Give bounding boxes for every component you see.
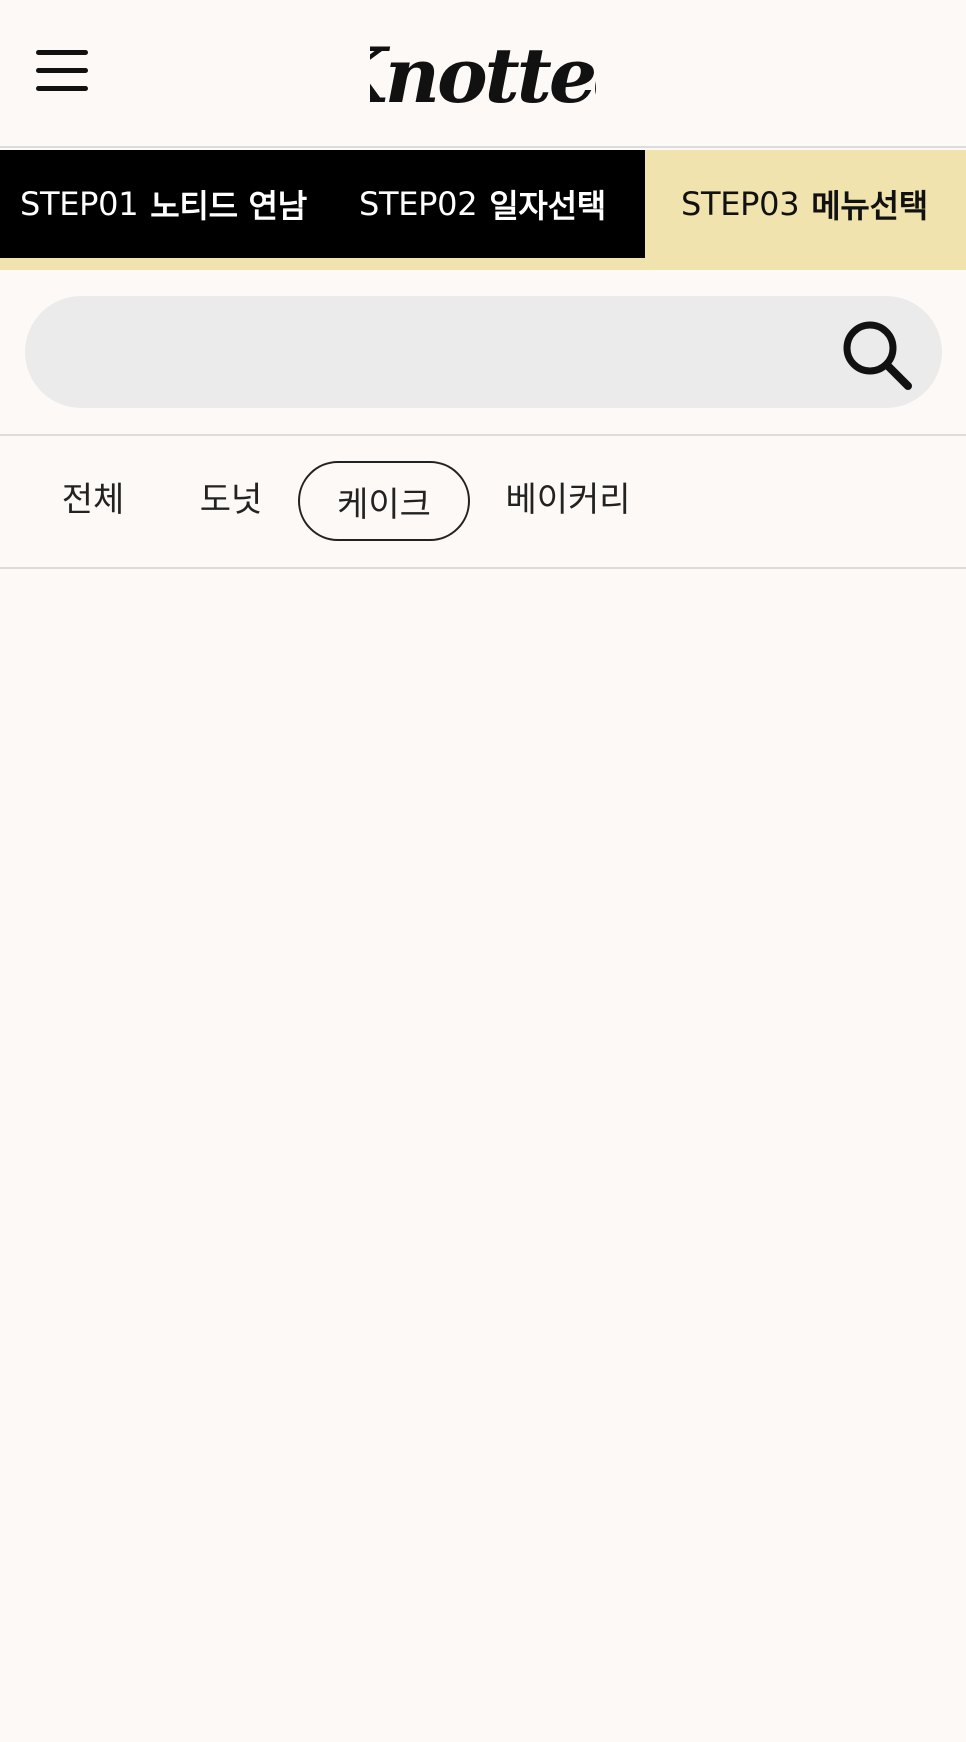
hamburger-menu-icon — [36, 50, 88, 91]
menu-button[interactable] — [28, 38, 98, 102]
search-section — [0, 270, 966, 436]
search-icon — [843, 321, 912, 390]
tab-cake[interactable]: 케이크 — [298, 461, 470, 541]
tab-all[interactable]: 전체 — [40, 456, 146, 536]
step-01-number: STEP01 — [20, 185, 139, 223]
search-input[interactable] — [25, 296, 942, 408]
tab-donut[interactable]: 도넛 — [178, 456, 284, 536]
step-01[interactable]: STEP01 노티드 연남 — [20, 150, 307, 258]
tab-bakery[interactable]: 베이커리 — [494, 456, 642, 536]
knotted-logo[interactable]: Knotted — [370, 14, 596, 124]
menu-list-area — [0, 571, 966, 1742]
step-03-number: STEP03 — [681, 185, 800, 223]
category-tabs: 전체 도넛 케이크 베이커리 — [0, 436, 966, 569]
step-03[interactable]: STEP03 메뉴선택 — [681, 150, 928, 258]
step-02-label: 일자선택 — [489, 187, 606, 225]
step-02[interactable]: STEP02 일자선택 — [359, 150, 606, 258]
svg-text:Knotted: Knotted — [370, 31, 596, 120]
step-02-number: STEP02 — [359, 185, 478, 223]
step-progress-bar: STEP01 노티드 연남 STEP02 일자선택 STEP03 메뉴선택 — [0, 150, 966, 270]
app-header: Knotted — [0, 0, 966, 148]
search-button[interactable] — [838, 316, 914, 392]
step-03-label: 메뉴선택 — [811, 187, 928, 225]
step-01-label: 노티드 연남 — [150, 187, 307, 225]
